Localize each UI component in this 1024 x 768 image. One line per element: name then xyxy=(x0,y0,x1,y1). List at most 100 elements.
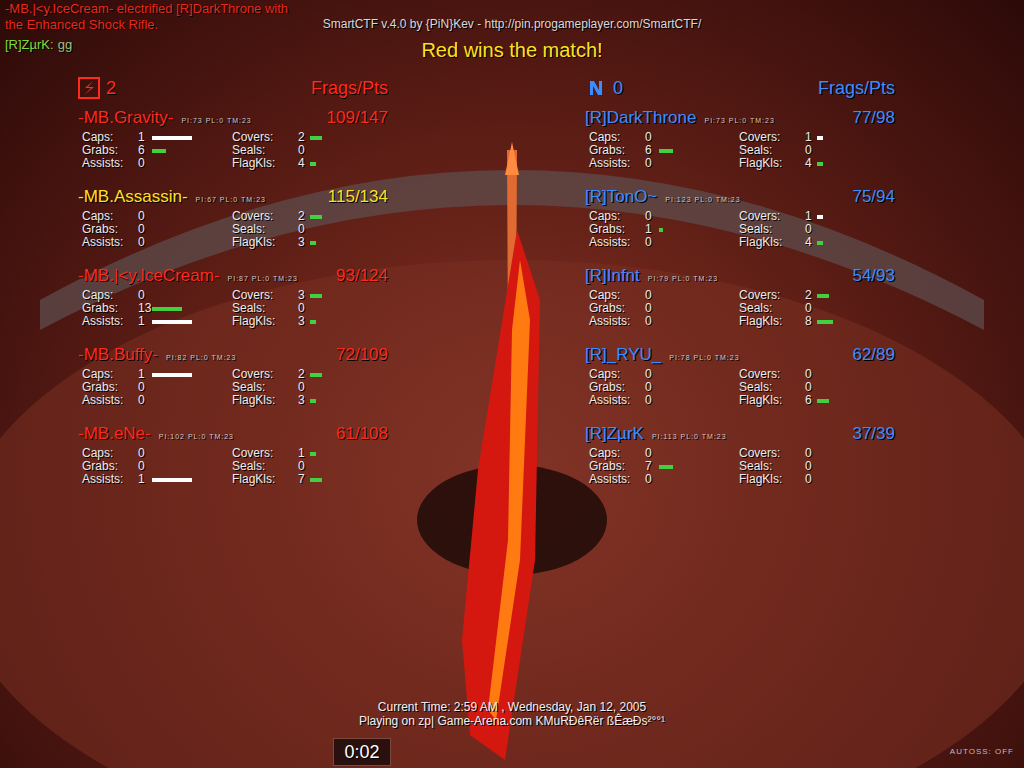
stat-label: Covers: xyxy=(232,289,298,302)
stat-bar-track xyxy=(152,136,192,140)
stat-bar-track xyxy=(659,162,699,166)
kill-message-line: -MB.|<y.IceCream- electrified [R]DarkThr… xyxy=(5,1,288,17)
stat-bar-cell xyxy=(817,447,857,460)
stat-bar-track xyxy=(310,452,350,456)
stat-value: 0 xyxy=(298,144,310,157)
stat-label: FlagKls: xyxy=(232,157,298,170)
stat-bar-cell xyxy=(152,460,194,473)
stat-value: 0 xyxy=(805,460,817,473)
player-entry: -MB.Gravity-PI:73 PL:0 TM:23109/147Caps:… xyxy=(78,108,388,170)
stat-bar-cell xyxy=(310,460,350,473)
stat-value: 3 xyxy=(298,289,310,302)
stat-label: Covers: xyxy=(739,368,805,381)
stat-label: Covers: xyxy=(232,368,298,381)
match-timer: 0:02 xyxy=(333,738,391,766)
stat-label: Seals: xyxy=(739,144,805,157)
stat-bar-track xyxy=(310,228,350,232)
stat-bar-track xyxy=(310,215,350,219)
stat-value: 0 xyxy=(138,210,152,223)
stat-bar-cell xyxy=(310,144,350,157)
stat-bar-cell xyxy=(152,381,194,394)
stat-bar-fill xyxy=(310,215,322,219)
stat-bar-cell xyxy=(152,289,194,302)
stat-bar-track xyxy=(817,452,857,456)
player-name-row: [R]InfntPI:79 PL:0 TM:2354/93 xyxy=(585,266,895,289)
player-ping-info: PI:78 PL:0 TM:23 xyxy=(669,348,739,368)
stat-value: 0 xyxy=(298,223,310,236)
stat-bar-cell xyxy=(152,210,194,223)
stat-bar-track xyxy=(817,136,857,140)
stat-value: 0 xyxy=(645,157,659,170)
player-entry: -MB.Assassin-PI:67 PL:0 TM:23115/134Caps… xyxy=(78,187,388,249)
stat-bar-track xyxy=(817,478,857,482)
stat-bar-track xyxy=(152,215,192,219)
stat-value: 0 xyxy=(645,381,659,394)
stat-bar-cell xyxy=(152,315,194,328)
stat-bar-cell xyxy=(659,302,701,315)
player-score: 61/108 xyxy=(330,424,388,444)
stat-bar-cell xyxy=(659,368,701,381)
stat-value: 1 xyxy=(805,210,817,223)
stat-value: 6 xyxy=(138,144,152,157)
stat-bar-fill xyxy=(152,320,192,324)
stat-bar-cell xyxy=(659,315,701,328)
player-name-row: -MB.Buffy-PI:82 PL:0 TM:2372/109 xyxy=(78,345,388,368)
player-stats: Caps:0Covers:0Grabs:0Seals:0Assists:0Fla… xyxy=(585,368,895,407)
stat-value: 0 xyxy=(138,381,152,394)
player-ping-info: PI:123 PL:0 TM:23 xyxy=(665,190,740,210)
player-name: -MB.Gravity- xyxy=(78,108,173,128)
stat-value: 0 xyxy=(645,236,659,249)
stat-bar-cell xyxy=(817,381,857,394)
stat-bar-fill xyxy=(817,215,823,219)
stat-value: 4 xyxy=(298,157,310,170)
stat-label: Caps: xyxy=(82,447,138,460)
stat-value: 3 xyxy=(298,394,310,407)
stat-bar-cell xyxy=(817,144,857,157)
stat-bar-cell xyxy=(152,144,194,157)
red-team-panel: 2Frags/Pts-MB.Gravity-PI:73 PL:0 TM:2310… xyxy=(78,76,388,486)
stat-bar-track xyxy=(659,307,699,311)
stat-bar-track xyxy=(659,465,699,469)
stat-value: 2 xyxy=(298,131,310,144)
player-score: 77/98 xyxy=(846,108,895,128)
stat-bar-track xyxy=(659,373,699,377)
stat-bar-cell xyxy=(310,473,350,486)
stat-label: FlagKls: xyxy=(739,473,805,486)
player-name-row: -MB.Assassin-PI:67 PL:0 TM:23115/134 xyxy=(78,187,388,210)
stat-value: 4 xyxy=(805,157,817,170)
team-score: 0 xyxy=(613,77,623,99)
stat-bar-track xyxy=(817,399,857,403)
player-score: 37/39 xyxy=(846,424,895,444)
player-stats: Caps:0Covers:3Grabs:13Seals:0Assists:1Fl… xyxy=(78,289,388,328)
autoscreenshot-status: AUTOSS: OFF xyxy=(950,746,1014,758)
stat-bar-track xyxy=(659,320,699,324)
stat-value: 0 xyxy=(138,157,152,170)
stat-bar-track xyxy=(659,228,699,232)
stat-bar-fill xyxy=(310,294,322,298)
stat-bar-track xyxy=(659,149,699,153)
player-list: [R]DarkThronePI:73 PL:0 TM:2377/98Caps:0… xyxy=(585,108,895,486)
player-name: -MB.|<y.IceCream- xyxy=(78,266,220,286)
player-entry: [R]DarkThronePI:73 PL:0 TM:2377/98Caps:0… xyxy=(585,108,895,170)
stat-value: 0 xyxy=(298,381,310,394)
stat-value: 1 xyxy=(138,131,152,144)
stat-bar-fill xyxy=(152,136,192,140)
stat-value: 6 xyxy=(805,394,817,407)
stat-bar-fill xyxy=(310,399,316,403)
stat-bar-track xyxy=(152,386,192,390)
player-score: 75/94 xyxy=(846,187,895,207)
stat-bar-track xyxy=(152,399,192,403)
stat-bar-cell xyxy=(659,223,701,236)
stat-value: 2 xyxy=(805,289,817,302)
stat-value: 0 xyxy=(645,368,659,381)
server-name: Playing on zp| Game-Arena.com KMuRĐêRër … xyxy=(0,714,1024,728)
player-ping-info: PI:73 PL:0 TM:23 xyxy=(181,111,251,131)
stat-bar-track xyxy=(152,228,192,232)
stat-bar-track xyxy=(152,149,192,153)
stat-label: Caps: xyxy=(589,289,645,302)
player-stats: Caps:0Covers:0Grabs:7Seals:0Assists:0Fla… xyxy=(585,447,895,486)
stat-bar-cell xyxy=(310,394,350,407)
stat-value: 0 xyxy=(805,381,817,394)
stat-bar-track xyxy=(817,215,857,219)
stat-bar-track xyxy=(152,478,192,482)
